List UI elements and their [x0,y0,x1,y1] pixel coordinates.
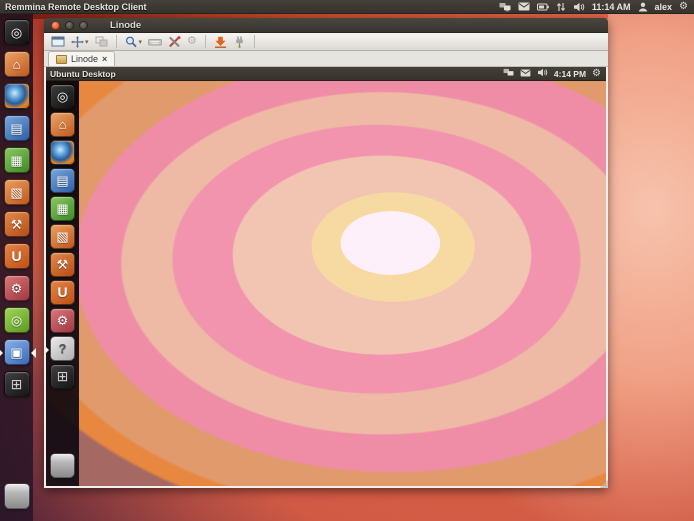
battery-icon[interactable] [537,3,549,11]
remote-launcher-item-trash[interactable] [50,453,75,478]
ubuntu-logo-icon: ◎ [57,90,68,103]
software-bag-icon: ⚒ [11,218,23,231]
network-icon[interactable] [503,68,514,79]
launcher-item-ubuntu-software[interactable]: ◎ [4,307,30,333]
ubuntu-green-icon: ◎ [11,314,22,327]
user-menu[interactable]: alex [655,2,673,12]
launcher-item-libreoffice-calc[interactable]: ▦ [4,147,30,173]
clock[interactable]: 11:14 AM [592,2,631,12]
launcher-item-libreoffice-writer[interactable]: ▤ [4,115,30,141]
remote-launcher-item-libreoffice-writer[interactable]: ▤ [50,168,75,193]
settings-gear-icon: ⚙ [11,282,23,295]
launcher-item-system-settings[interactable]: ⚙ [4,275,30,301]
launcher-item-workspace-switcher[interactable]: ⊞ [4,371,30,397]
mail-icon[interactable] [518,2,530,11]
resize-grip[interactable] [600,480,608,488]
tab-linode[interactable]: Linode × [48,51,115,66]
launcher-item-ubuntu-one[interactable]: U [4,243,30,269]
launcher-item-firefox[interactable] [4,83,30,109]
writer-doc-icon: ▤ [56,174,68,187]
scaled-mode-icon [95,35,108,49]
launcher-item-home-folder[interactable]: ⌂ [4,51,30,77]
calc-sheet-icon: ▦ [56,202,68,215]
ubuntu-one-icon: U [11,250,21,263]
top-panel: Remmina Remote Desktop Client 11:14 AM a… [0,0,694,14]
ubuntu-one-icon: U [57,286,67,299]
active-app-title: Remmina Remote Desktop Client [5,2,147,12]
launcher-item-remmina-active[interactable]: ▣ [4,339,30,365]
preferences-tools-icon[interactable] [168,35,181,49]
disconnect-plug-icon[interactable] [233,35,246,49]
maximize-button[interactable] [79,21,88,30]
remote-unity-launcher: ◎ ⌂ ▤ ▦ ▧ ⚒ U ⚙ ? ⊞ [46,81,79,486]
remote-launcher-item-libreoffice-calc[interactable]: ▦ [50,196,75,221]
remmina-window: Linode ▾ ▾ ⚙ Linode × Ubuntu Desktop [44,18,608,488]
mail-icon[interactable] [520,69,531,79]
tab-bar: Linode × [44,51,608,67]
remote-desktop[interactable]: Ubuntu Desktop 4:14 PM ⚙ ◎ ⌂ ▤ ▦ ▧ [46,67,606,486]
gears-icon: ⚙ [187,35,197,49]
remote-launcher-item-dash-home[interactable]: ◎ [50,84,75,109]
session-gear-icon[interactable]: ⚙ [592,69,601,79]
remote-clock[interactable]: 4:14 PM [554,69,586,79]
calc-sheet-icon: ▦ [10,154,22,167]
ubuntu-logo-icon: ◎ [11,26,22,39]
pan-menu-caret[interactable]: ▾ [85,38,89,46]
minimize-button[interactable] [65,21,74,30]
unity-launcher: ◎ ⌂ ▤ ▦ ▧ ⚒ U ⚙ ◎ ▣ ⊞ [0,14,33,521]
remmina-screen-icon: ▣ [10,346,22,359]
toolbar-separator [254,35,255,48]
toolbar-separator [116,35,117,48]
remote-launcher-item-firefox[interactable] [50,140,75,165]
toolbar-separator [205,35,206,48]
tab-label: Linode [71,54,98,64]
impress-slide-icon: ▧ [10,186,22,199]
sync-arrows-icon[interactable] [556,2,566,12]
zoom-icon[interactable]: ▾ [125,35,143,49]
workspace-grid-icon: ⊞ [11,378,23,391]
settings-gear-icon: ⚙ [57,314,69,327]
remote-launcher-item-unknown-window[interactable]: ? [50,336,75,361]
remote-viewport[interactable]: Ubuntu Desktop 4:14 PM ⚙ ◎ ⌂ ▤ ▦ ▧ [44,67,608,488]
remote-panel-title: Ubuntu Desktop [50,69,116,79]
launcher-item-libreoffice-impress[interactable]: ▧ [4,179,30,205]
remote-launcher-item-libreoffice-impress[interactable]: ▧ [50,224,75,249]
remote-top-panel: Ubuntu Desktop 4:14 PM ⚙ [46,67,606,81]
software-bag-icon: ⚒ [57,258,69,271]
remote-launcher-item-ubuntu-one[interactable]: U [50,280,75,305]
remmina-toolbar: ▾ ▾ ⚙ [44,33,608,51]
writer-doc-icon: ▤ [10,122,22,135]
window-titlebar[interactable]: Linode [44,18,608,33]
launcher-item-trash[interactable] [4,483,30,509]
home-folder-icon: ⌂ [13,58,21,71]
remote-launcher-item-workspace-switcher[interactable]: ⊞ [50,364,75,389]
minimize-to-tray-icon[interactable] [214,35,227,49]
keyboard-grab-icon [148,35,162,49]
network-icon[interactable] [499,2,511,12]
pan-icon[interactable]: ▾ [71,35,89,49]
remote-launcher-item-software-center[interactable]: ⚒ [50,252,75,277]
launcher-item-dash-home[interactable]: ◎ [4,19,30,45]
workspace-grid-icon: ⊞ [57,370,69,383]
remote-launcher-item-home-folder[interactable]: ⌂ [50,112,75,137]
fullscreen-icon[interactable] [51,35,65,49]
indicator-tray: 11:14 AM alex ⚙ [499,2,694,12]
close-button[interactable] [51,21,60,30]
connection-tab-icon [56,55,67,64]
home-folder-icon: ⌂ [59,118,67,131]
remote-launcher-item-system-settings[interactable]: ⚙ [50,308,75,333]
remote-indicator-tray: 4:14 PM ⚙ [503,68,606,79]
window-title: Linode [110,20,141,31]
unknown-app-icon: ? [59,342,67,355]
session-gear-icon[interactable]: ⚙ [679,2,688,12]
volume-icon[interactable] [573,2,585,12]
user-icon [638,2,648,12]
impress-slide-icon: ▧ [56,230,68,243]
zoom-menu-caret[interactable]: ▾ [139,38,143,46]
launcher-item-software-center[interactable]: ⚒ [4,211,30,237]
remote-wallpaper [46,81,606,486]
volume-icon[interactable] [537,68,548,79]
tab-close-icon[interactable]: × [102,54,107,64]
